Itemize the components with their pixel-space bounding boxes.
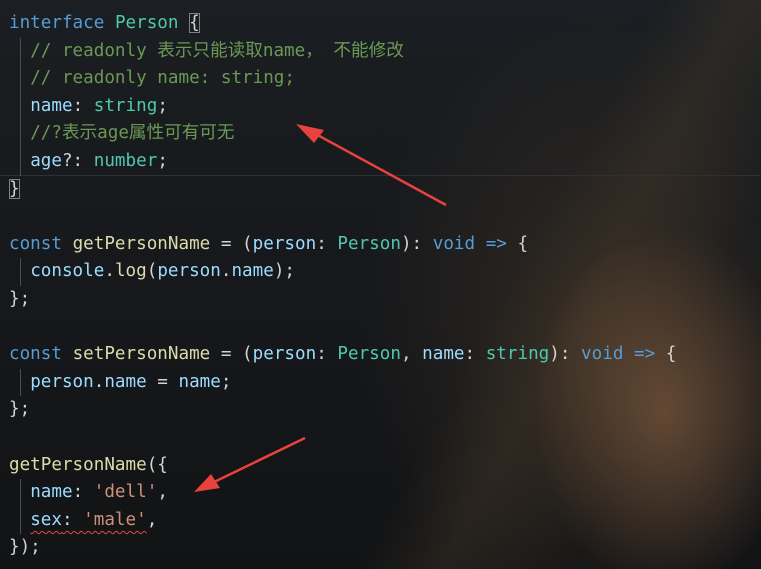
annotation-arrows — [194, 124, 447, 492]
arrow-to-optional-comment — [296, 124, 447, 207]
arrow-to-name-argument — [194, 436, 306, 492]
